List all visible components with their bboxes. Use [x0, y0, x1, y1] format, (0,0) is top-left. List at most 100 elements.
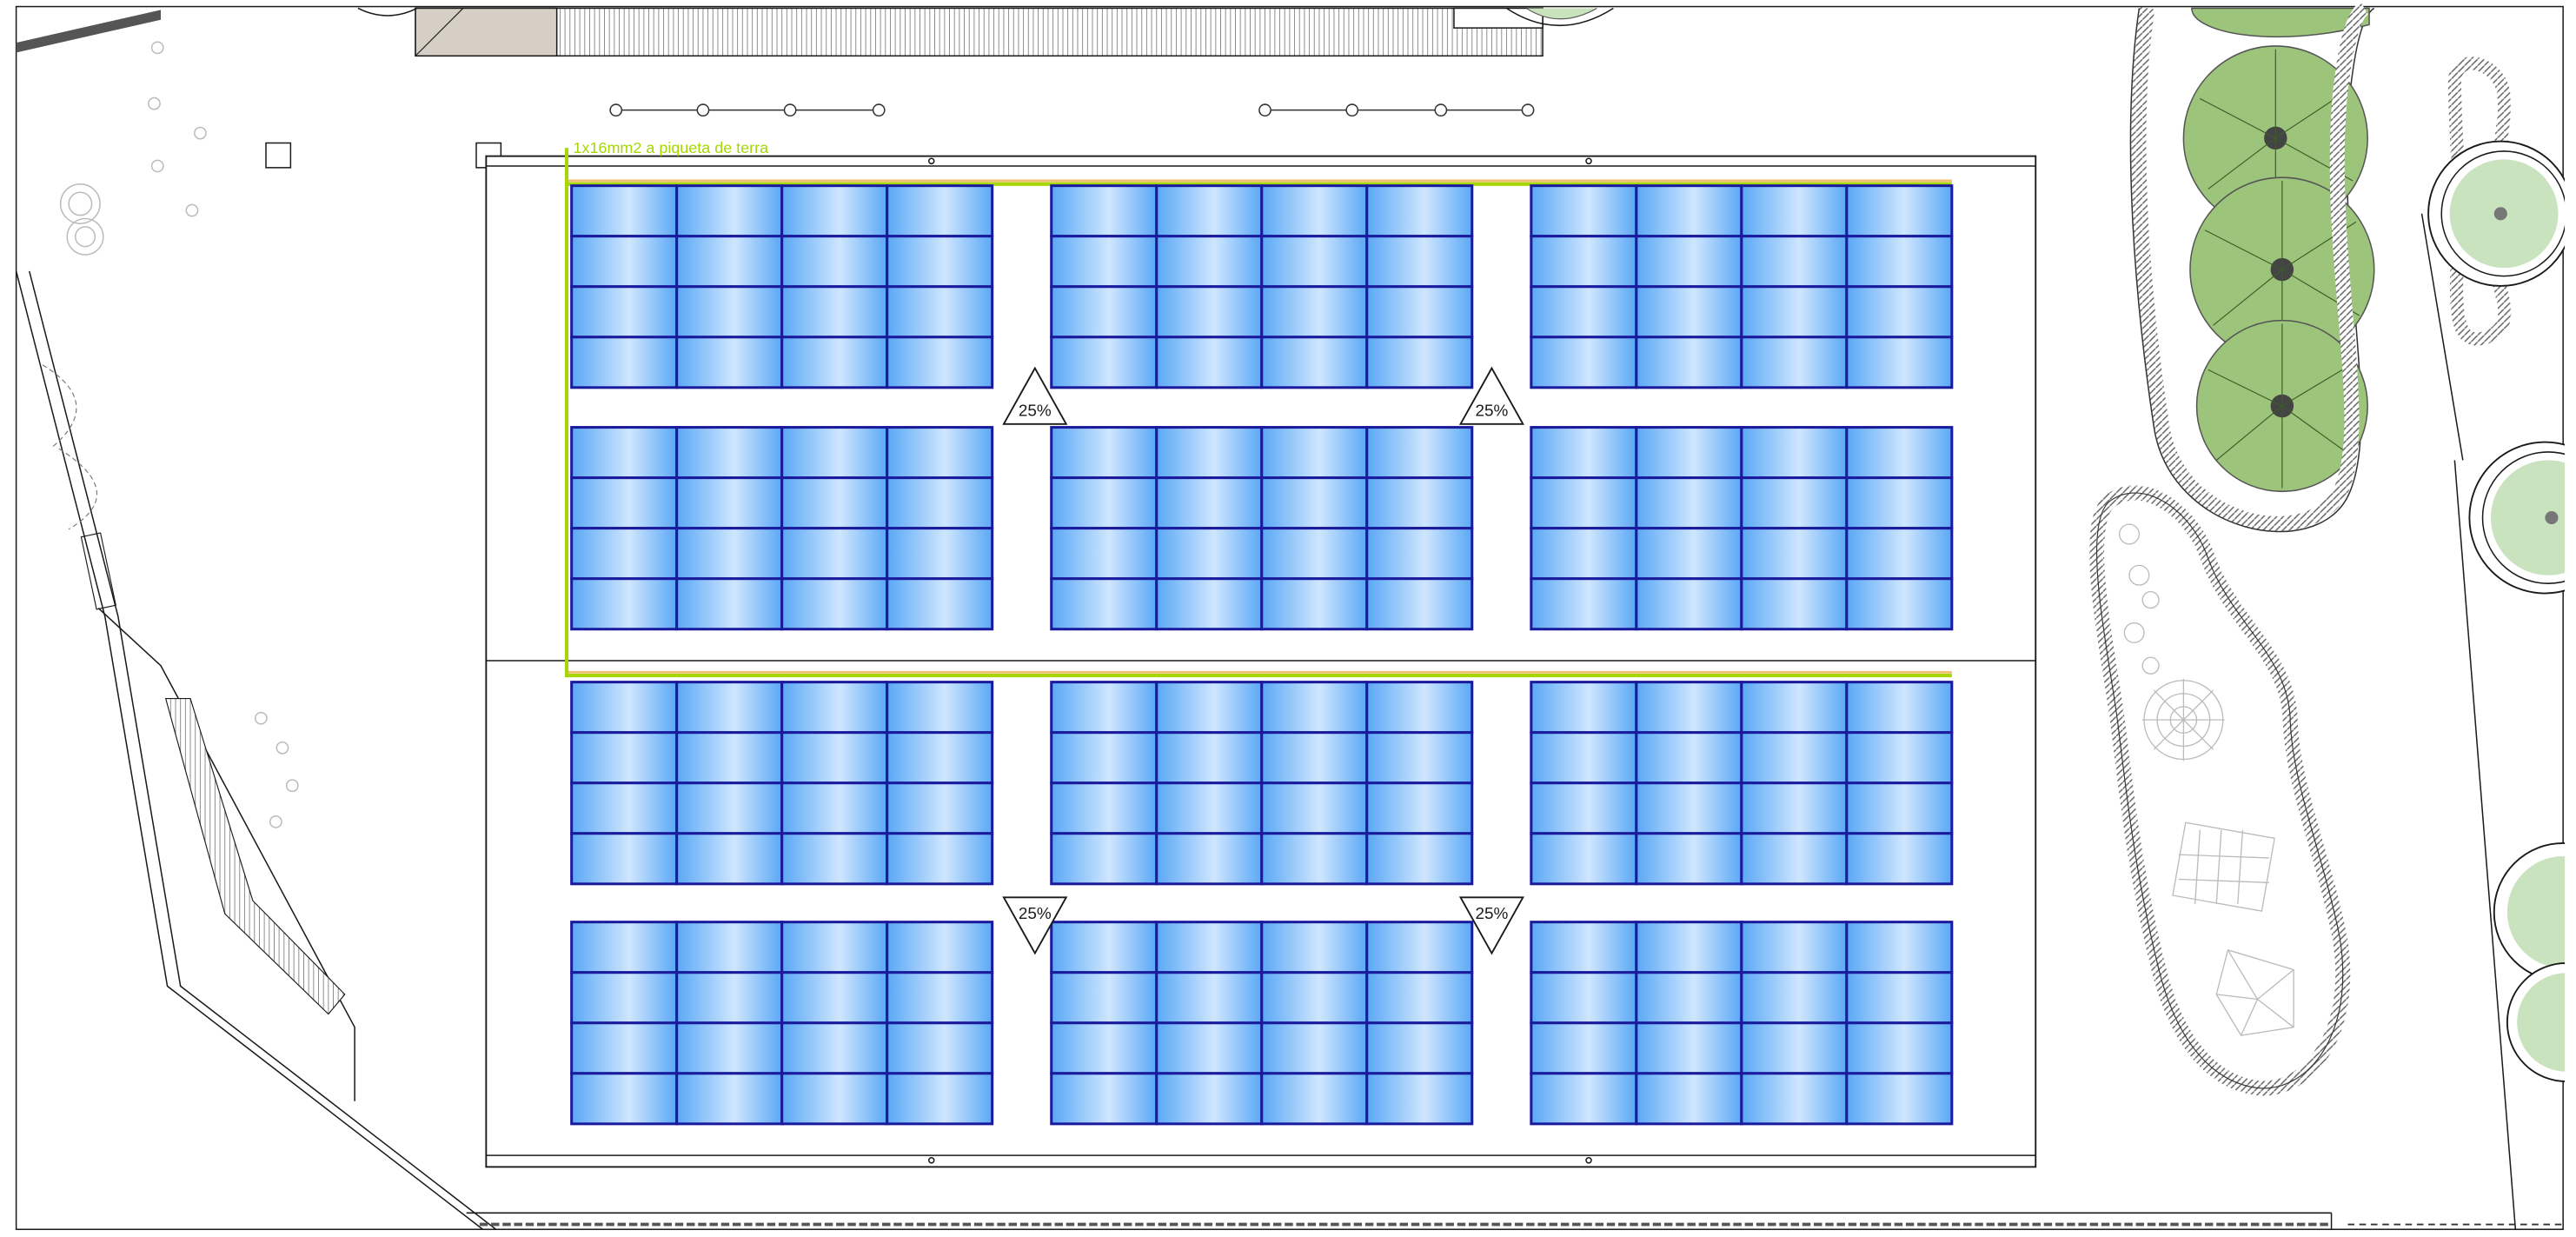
pv-module	[1155, 527, 1264, 581]
pv-module	[1530, 681, 1638, 735]
pv-module	[1050, 184, 1159, 238]
pv-module	[570, 577, 679, 631]
pv-module	[675, 235, 784, 289]
pv-module	[780, 426, 889, 480]
pv-module	[1740, 681, 1849, 735]
pv-block	[570, 681, 994, 886]
pv-block	[570, 184, 994, 389]
pv-module	[1635, 1072, 1743, 1126]
pv-block	[1050, 921, 1474, 1126]
pv-module	[1155, 781, 1264, 835]
site-plan-canvas: 1x16mm2 a piqueta de terra 25% 25% 25% 2…	[0, 0, 2576, 1233]
pv-module	[1155, 921, 1264, 974]
slope-label: 25%	[1019, 905, 1052, 923]
pv-module	[1260, 235, 1369, 289]
pv-module	[1365, 921, 1474, 974]
pv-module	[1530, 285, 1638, 339]
pv-module	[570, 681, 679, 735]
tree-right	[2468, 441, 2576, 595]
pv-module	[1155, 336, 1264, 389]
pv-module	[1260, 832, 1369, 886]
pv-module	[570, 1072, 679, 1126]
tree-right	[2493, 841, 2576, 982]
pv-module	[1050, 832, 1159, 886]
pv-module	[1050, 285, 1159, 339]
pv-module	[675, 781, 784, 835]
pv-module	[1530, 577, 1638, 631]
pv-module	[1050, 781, 1159, 835]
site-boundary-strip	[16, 10, 162, 53]
pv-module	[570, 731, 679, 785]
pv-module	[1635, 1021, 1743, 1075]
pv-module	[1260, 781, 1369, 835]
pv-module	[570, 235, 679, 289]
pv-module	[886, 336, 994, 389]
pv-module	[1740, 781, 1849, 835]
column-marker	[265, 142, 292, 169]
adjacent-building	[357, 7, 1614, 57]
pv-module	[1845, 681, 1954, 735]
pv-module	[1740, 184, 1849, 238]
pv-module	[1365, 971, 1474, 1025]
pv-module	[1365, 527, 1474, 581]
pv-block	[1530, 681, 1954, 886]
pv-module	[1635, 476, 1743, 530]
pv-module	[1050, 336, 1159, 389]
pv-module	[1635, 426, 1743, 480]
pv-module	[1260, 921, 1369, 974]
pv-module	[1260, 1021, 1369, 1075]
pv-module	[1740, 476, 1849, 530]
pv-module	[1740, 527, 1849, 581]
pv-module	[1635, 832, 1743, 886]
pv-module	[780, 235, 889, 289]
pv-module	[886, 921, 994, 974]
pv-module	[1530, 426, 1638, 480]
pv-module	[1530, 235, 1638, 289]
pv-module	[1365, 681, 1474, 735]
pv-module	[570, 184, 679, 238]
pv-module	[1155, 476, 1264, 530]
pv-module	[780, 1072, 889, 1126]
pv-module	[1635, 781, 1743, 835]
pv-module	[570, 476, 679, 530]
pv-module	[1155, 971, 1264, 1025]
pv-module	[1050, 527, 1159, 581]
ground-wire-label: 1x16mm2 a piqueta de terra	[574, 139, 769, 156]
pv-module	[1635, 681, 1743, 735]
pv-module	[1365, 426, 1474, 480]
pv-module	[1845, 781, 1954, 835]
pv-module	[780, 731, 889, 785]
pv-module	[1050, 921, 1159, 974]
pv-module	[675, 921, 784, 974]
pv-module	[570, 781, 679, 835]
pv-module	[1050, 577, 1159, 631]
pv-module	[780, 336, 889, 389]
pv-module	[1635, 971, 1743, 1025]
pv-module	[780, 527, 889, 581]
pv-module	[1740, 1072, 1849, 1126]
pv-module	[1635, 921, 1743, 974]
stairs	[164, 697, 346, 1015]
pv-module	[1845, 971, 1954, 1025]
pv-module	[675, 832, 784, 886]
pv-module	[1635, 336, 1743, 389]
pv-module	[886, 971, 994, 1025]
pv-module	[570, 1021, 679, 1075]
pv-module	[1365, 1021, 1474, 1075]
pv-block	[570, 426, 994, 631]
pv-module	[780, 832, 889, 886]
pv-module	[1740, 577, 1849, 631]
pv-module	[1155, 1021, 1264, 1075]
pv-module	[570, 336, 679, 389]
pv-module	[570, 285, 679, 339]
pv-block	[570, 921, 994, 1126]
pv-module	[675, 476, 784, 530]
pv-module	[1845, 1021, 1954, 1075]
pv-module	[1740, 1021, 1849, 1075]
pv-module	[675, 577, 784, 631]
pv-module	[1050, 426, 1159, 480]
pv-module	[1365, 577, 1474, 631]
pv-module	[1530, 1021, 1638, 1075]
pv-module	[780, 184, 889, 238]
pv-block	[1050, 426, 1474, 631]
